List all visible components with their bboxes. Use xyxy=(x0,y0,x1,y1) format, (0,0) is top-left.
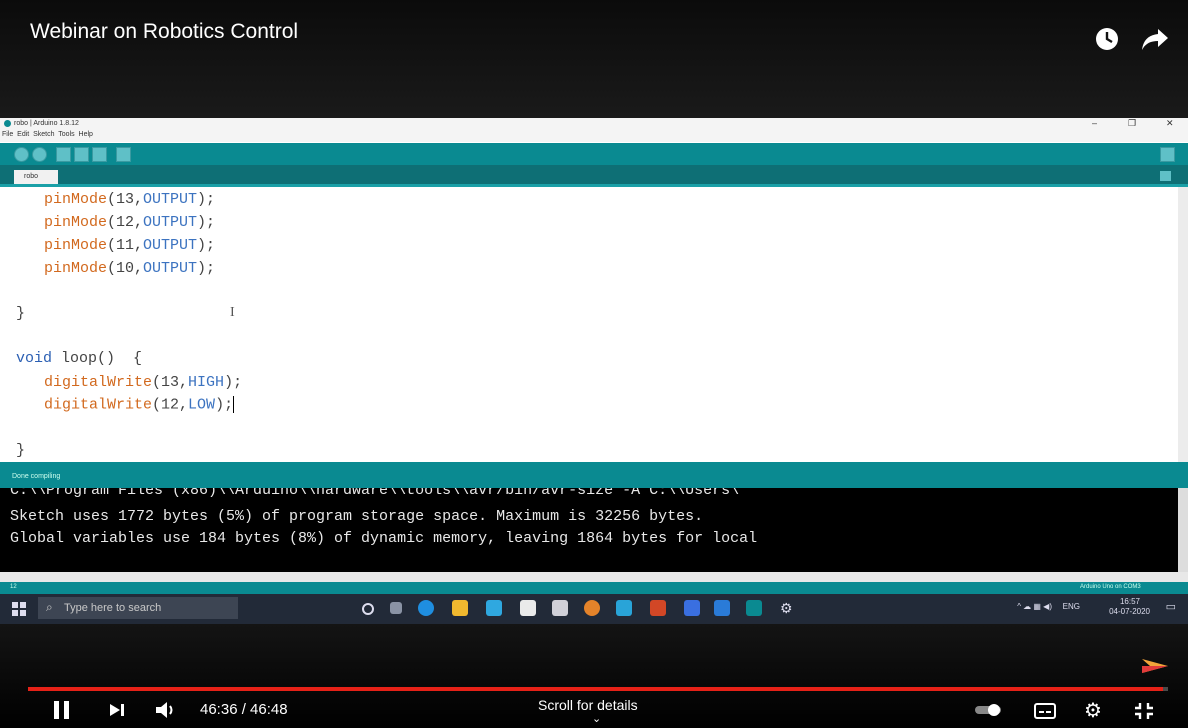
powerpoint-icon[interactable] xyxy=(650,600,666,616)
channel-logo-icon[interactable] xyxy=(1138,655,1172,677)
arduino-logo-icon xyxy=(4,120,11,127)
cortana-icon[interactable] xyxy=(362,603,374,615)
exit-fullscreen-icon[interactable] xyxy=(1134,702,1154,725)
status-bar xyxy=(0,462,1188,488)
console-line: Global variables use 184 bytes (8%) of d… xyxy=(10,530,758,547)
arduino-toolbar xyxy=(0,143,1188,165)
notification-icon[interactable]: ▭ xyxy=(1166,600,1176,613)
maximize-button[interactable]: ❐ xyxy=(1128,118,1136,129)
edge-icon[interactable] xyxy=(418,600,434,616)
mail-icon[interactable] xyxy=(486,600,502,616)
clock-time[interactable]: 16:57 xyxy=(1120,597,1140,606)
menu-bar[interactable]: File Edit Sketch Tools Help xyxy=(0,130,1188,142)
tab-label: robo xyxy=(24,173,39,180)
share-icon[interactable] xyxy=(1140,26,1170,59)
tab-robo[interactable]: robo xyxy=(14,170,58,184)
board-info: Arduino Uno on COM3 xyxy=(1080,584,1141,590)
status-text: Done compiling xyxy=(12,473,61,480)
arduino-taskbar-icon[interactable] xyxy=(746,600,762,616)
text-caret xyxy=(233,396,235,413)
remote-desktop-icon[interactable] xyxy=(616,600,632,616)
code-line: digitalWrite(12,LOW); xyxy=(44,396,235,414)
search-placeholder: Type here to search xyxy=(64,602,162,614)
progress-fill xyxy=(28,687,1164,691)
taskbar-search-box[interactable]: ⌕ Type here to search xyxy=(38,597,238,619)
verify-button[interactable] xyxy=(14,147,29,162)
open-button[interactable] xyxy=(74,147,89,162)
file-explorer-icon[interactable] xyxy=(452,600,468,616)
search-icon: ⌕ xyxy=(46,600,53,614)
next-button[interactable] xyxy=(108,702,126,723)
video-top-bar xyxy=(0,0,1188,118)
windows-start-icon[interactable] xyxy=(12,602,26,621)
console-scrollbar[interactable] xyxy=(1178,488,1188,572)
code-editor[interactable]: pinMode(13,OUTPUT); pinMode(12,OUTPUT); … xyxy=(0,187,1178,462)
new-button[interactable] xyxy=(56,147,71,162)
settings-icon[interactable]: ⚙ xyxy=(1084,698,1102,723)
mouse-ibeam-cursor-icon: I xyxy=(230,305,235,320)
chevron-down-icon[interactable]: ⌄ xyxy=(592,712,601,725)
code-line: pinMode(11,OUTPUT); xyxy=(44,237,216,254)
console-output[interactable]: C:\\Program Files (x86)\\Arduino\\hardwa… xyxy=(0,488,1178,572)
subtitles-icon[interactable] xyxy=(1034,703,1056,724)
app-icon[interactable] xyxy=(684,600,700,616)
closing-brace: } xyxy=(16,442,26,459)
minimize-button[interactable]: – xyxy=(1092,118,1097,128)
serial-monitor-icon[interactable] xyxy=(1160,147,1175,162)
autoplay-toggle[interactable] xyxy=(974,703,1004,722)
code-line: digitalWrite(13,HIGH); xyxy=(44,374,243,391)
code-line: pinMode(13,OUTPUT); xyxy=(44,191,216,208)
watch-later-icon[interactable] xyxy=(1094,26,1120,59)
pause-button[interactable] xyxy=(52,699,72,726)
chrome-icon[interactable] xyxy=(584,600,600,616)
console-line: Sketch uses 1772 bytes (5%) of program s… xyxy=(10,508,704,525)
task-view-icon[interactable] xyxy=(390,602,402,614)
settings-gear-icon[interactable]: ⚙ xyxy=(780,600,796,616)
horizontal-scrollbar[interactable] xyxy=(0,572,1188,582)
window-title: robo | Arduino 1.8.12 xyxy=(14,120,79,127)
save-button[interactable] xyxy=(92,147,107,162)
upload-button[interactable] xyxy=(32,147,47,162)
line-number: 12 xyxy=(10,584,17,590)
closing-brace: } xyxy=(16,305,26,322)
proteus-icon[interactable] xyxy=(714,600,730,616)
code-line: void loop() { xyxy=(16,350,143,367)
tray-icons[interactable]: ^ ☁ ▦ ◀) xyxy=(1017,602,1052,611)
console-line: C:\\Program Files (x86)\\Arduino\\hardwa… xyxy=(10,488,740,499)
bottom-status-strip: 12 Arduino Uno on COM3 xyxy=(0,582,1188,594)
volume-icon[interactable] xyxy=(154,700,178,725)
tab-menu-icon[interactable] xyxy=(1160,171,1171,181)
close-button[interactable]: ✕ xyxy=(1166,118,1174,129)
clock-date[interactable]: 04-07-2020 xyxy=(1109,607,1150,616)
editor-scrollbar[interactable] xyxy=(1178,187,1188,462)
store-icon[interactable] xyxy=(520,600,536,616)
language-indicator[interactable]: ENG xyxy=(1063,602,1080,611)
time-display: 46:36 / 46:48 xyxy=(200,701,288,718)
scroll-hint[interactable]: Scroll for details xyxy=(538,697,638,713)
serial-monitor-button[interactable] xyxy=(116,147,131,162)
video-title[interactable]: Webinar on Robotics Control xyxy=(30,20,298,44)
dropbox-icon[interactable] xyxy=(552,600,568,616)
code-line: pinMode(12,OUTPUT); xyxy=(44,214,216,231)
code-line: pinMode(10,OUTPUT); xyxy=(44,260,216,277)
menu-items[interactable]: File Edit Sketch Tools Help xyxy=(2,131,93,138)
